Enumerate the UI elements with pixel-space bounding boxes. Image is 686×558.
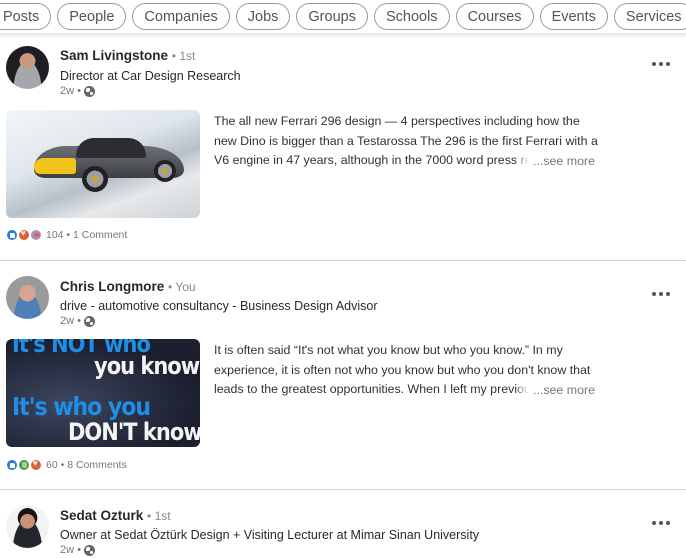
filter-jobs[interactable]: Jobs bbox=[235, 3, 291, 30]
author-headline: drive - automotive consultancy - Busines… bbox=[60, 299, 378, 313]
connection-degree: • 1st bbox=[147, 509, 171, 523]
more-options-button[interactable] bbox=[648, 288, 674, 300]
wheel-shape bbox=[154, 160, 176, 182]
post-image[interactable] bbox=[6, 110, 200, 218]
wheel-shape bbox=[82, 166, 108, 192]
car-roof-shape bbox=[76, 138, 146, 158]
reaction-summary[interactable]: 104 • 1 Comment bbox=[46, 229, 127, 241]
author-name[interactable]: Sam Livingstone bbox=[60, 48, 168, 63]
dot-icon bbox=[666, 292, 670, 296]
love-reaction-icon bbox=[18, 228, 30, 241]
post-divider bbox=[0, 489, 686, 490]
search-filter-bar: Posts People Companies Jobs Groups Schoo… bbox=[0, 0, 686, 37]
filter-schools[interactable]: Schools bbox=[373, 3, 450, 30]
author-headline: Director at Car Design Research bbox=[60, 69, 241, 83]
social-counts[interactable]: 104 • 1 Comment bbox=[6, 228, 127, 241]
filter-posts[interactable]: Posts bbox=[0, 3, 52, 30]
image-text-line: It's who you bbox=[12, 393, 151, 422]
dot-icon bbox=[659, 62, 663, 66]
avatar[interactable] bbox=[6, 46, 49, 89]
post-time: 2w • bbox=[60, 85, 81, 97]
globe-icon bbox=[83, 315, 95, 327]
dot-icon bbox=[666, 62, 670, 66]
see-more-link[interactable]: ...see more bbox=[515, 380, 595, 400]
post-time: 2w • bbox=[60, 315, 81, 327]
more-options-button[interactable] bbox=[648, 58, 674, 70]
car-nose-shape bbox=[34, 158, 76, 174]
post-image[interactable]: It's NOT who you know It's who you DON'T… bbox=[6, 339, 200, 447]
dot-icon bbox=[652, 521, 656, 525]
filter-services[interactable]: Services bbox=[613, 3, 686, 30]
filter-events[interactable]: Events bbox=[539, 3, 608, 30]
dot-icon bbox=[659, 292, 663, 296]
post-time: 2w • bbox=[60, 544, 81, 556]
image-text-line: DON'T know bbox=[68, 418, 200, 446]
author-name[interactable]: Sedat Ozturk bbox=[60, 508, 143, 523]
more-options-button[interactable] bbox=[648, 517, 674, 529]
avatar[interactable] bbox=[6, 276, 49, 319]
post-divider bbox=[0, 260, 686, 261]
dot-icon bbox=[659, 521, 663, 525]
like-reaction-icon bbox=[6, 229, 18, 241]
globe-icon bbox=[83, 85, 95, 97]
support-reaction-icon bbox=[30, 229, 42, 241]
filter-groups[interactable]: Groups bbox=[296, 3, 368, 30]
love-reaction-icon bbox=[30, 458, 42, 471]
reaction-summary[interactable]: 60 • 8 Comments bbox=[46, 459, 127, 471]
author-name[interactable]: Chris Longmore bbox=[60, 279, 164, 294]
globe-icon bbox=[83, 544, 95, 556]
filter-people[interactable]: People bbox=[57, 3, 127, 30]
dot-icon bbox=[652, 292, 656, 296]
connection-degree: • 1st bbox=[171, 49, 196, 63]
like-reaction-icon bbox=[6, 459, 18, 471]
connection-degree: • You bbox=[168, 280, 196, 294]
filter-courses[interactable]: Courses bbox=[455, 3, 534, 30]
social-counts[interactable]: 60 • 8 Comments bbox=[6, 458, 127, 471]
celebrate-reaction-icon bbox=[18, 459, 30, 471]
filter-companies[interactable]: Companies bbox=[132, 3, 230, 30]
image-text-line: you know bbox=[94, 352, 200, 380]
dot-icon bbox=[666, 521, 670, 525]
avatar[interactable] bbox=[6, 505, 49, 548]
author-headline: Owner at Sedat Öztürk Design + Visiting … bbox=[60, 528, 480, 542]
dot-icon bbox=[652, 62, 656, 66]
see-more-link[interactable]: ...see more bbox=[515, 151, 595, 171]
